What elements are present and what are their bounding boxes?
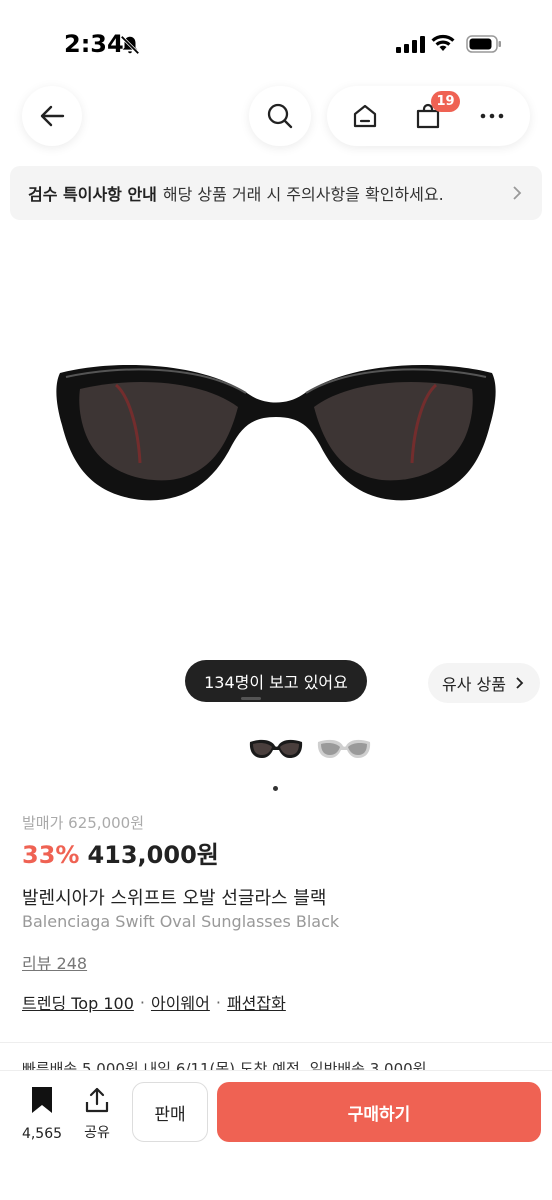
more-button[interactable] bbox=[477, 101, 507, 131]
sell-button[interactable]: 판매 bbox=[132, 1082, 208, 1142]
similar-products-button[interactable]: 유사 상품 bbox=[428, 663, 540, 703]
search-icon bbox=[267, 103, 293, 129]
sunglasses-thumbnail-image bbox=[249, 739, 303, 758]
pagination-dot bbox=[273, 786, 278, 791]
home-icon bbox=[353, 104, 376, 128]
thumbnail-black[interactable] bbox=[246, 730, 306, 768]
cart-button[interactable]: 19 bbox=[413, 91, 460, 131]
cart-count-badge: 19 bbox=[431, 91, 460, 112]
arrow-left-icon bbox=[40, 105, 65, 127]
tag-separator: · bbox=[139, 992, 145, 1012]
category-tags: 트렌딩 Top 100 · 아이웨어 · 패션잡화 bbox=[22, 990, 286, 1014]
current-price: 413,000원 bbox=[87, 841, 219, 869]
tag-trending[interactable]: 트렌딩 Top 100 bbox=[22, 990, 134, 1014]
home-button[interactable] bbox=[350, 101, 380, 131]
notice-title: 검수 특이사항 안내 bbox=[28, 185, 157, 204]
chevron-right-icon bbox=[513, 186, 522, 200]
product-image[interactable] bbox=[50, 355, 502, 515]
thumbnail-silver[interactable] bbox=[314, 730, 374, 768]
bookmark-button[interactable]: 4,565 bbox=[16, 1086, 68, 1142]
cellular-signal-icon bbox=[396, 36, 425, 53]
tag-fashion-goods[interactable]: 패션잡화 bbox=[227, 990, 286, 1014]
price-row: 33% 413,000원 bbox=[22, 835, 219, 870]
chevron-right-icon bbox=[516, 677, 524, 689]
discount-rate: 33% bbox=[22, 841, 80, 869]
status-bar: 2:34 bbox=[0, 0, 552, 80]
battery-icon bbox=[466, 35, 501, 53]
notice-text: 해당 상품 거래 시 주의사항을 확인하세요. bbox=[162, 185, 444, 204]
viewers-count-pill: 134명이 보고 있어요 bbox=[185, 660, 367, 702]
release-price: 발매가 625,000원 bbox=[22, 814, 144, 832]
share-icon bbox=[85, 1087, 109, 1113]
bookmark-count: 4,565 bbox=[21, 1126, 63, 1142]
search-button[interactable] bbox=[249, 86, 311, 146]
tag-eyewear[interactable]: 아이웨어 bbox=[151, 990, 210, 1014]
product-title-english: Balenciaga Swift Oval Sunglasses Black bbox=[22, 912, 340, 931]
back-button[interactable] bbox=[22, 86, 82, 146]
more-horizontal-icon bbox=[480, 113, 504, 119]
sunglasses-thumbnail-image bbox=[317, 739, 371, 758]
product-title-korean: 발렌시아가 스위프트 오발 선글라스 블랙 bbox=[22, 888, 327, 909]
section-divider bbox=[0, 1042, 552, 1043]
buy-button[interactable]: 구매하기 bbox=[217, 1082, 541, 1142]
similar-products-label: 유사 상품 bbox=[442, 675, 506, 694]
inspection-notice-banner[interactable]: 검수 특이사항 안내 해당 상품 거래 시 주의사항을 확인하세요. bbox=[10, 166, 542, 220]
share-button[interactable]: 공유 bbox=[76, 1086, 118, 1142]
slider-indicator bbox=[241, 697, 261, 700]
wifi-icon bbox=[431, 34, 455, 51]
bell-off-icon bbox=[120, 35, 140, 55]
tag-separator: · bbox=[215, 992, 221, 1012]
share-label: 공유 bbox=[84, 1125, 110, 1141]
reviews-link[interactable]: 리뷰 248 bbox=[22, 950, 87, 974]
bookmark-icon bbox=[32, 1087, 52, 1113]
header-actions: 19 bbox=[327, 86, 530, 146]
status-time: 2:34 bbox=[64, 30, 124, 58]
